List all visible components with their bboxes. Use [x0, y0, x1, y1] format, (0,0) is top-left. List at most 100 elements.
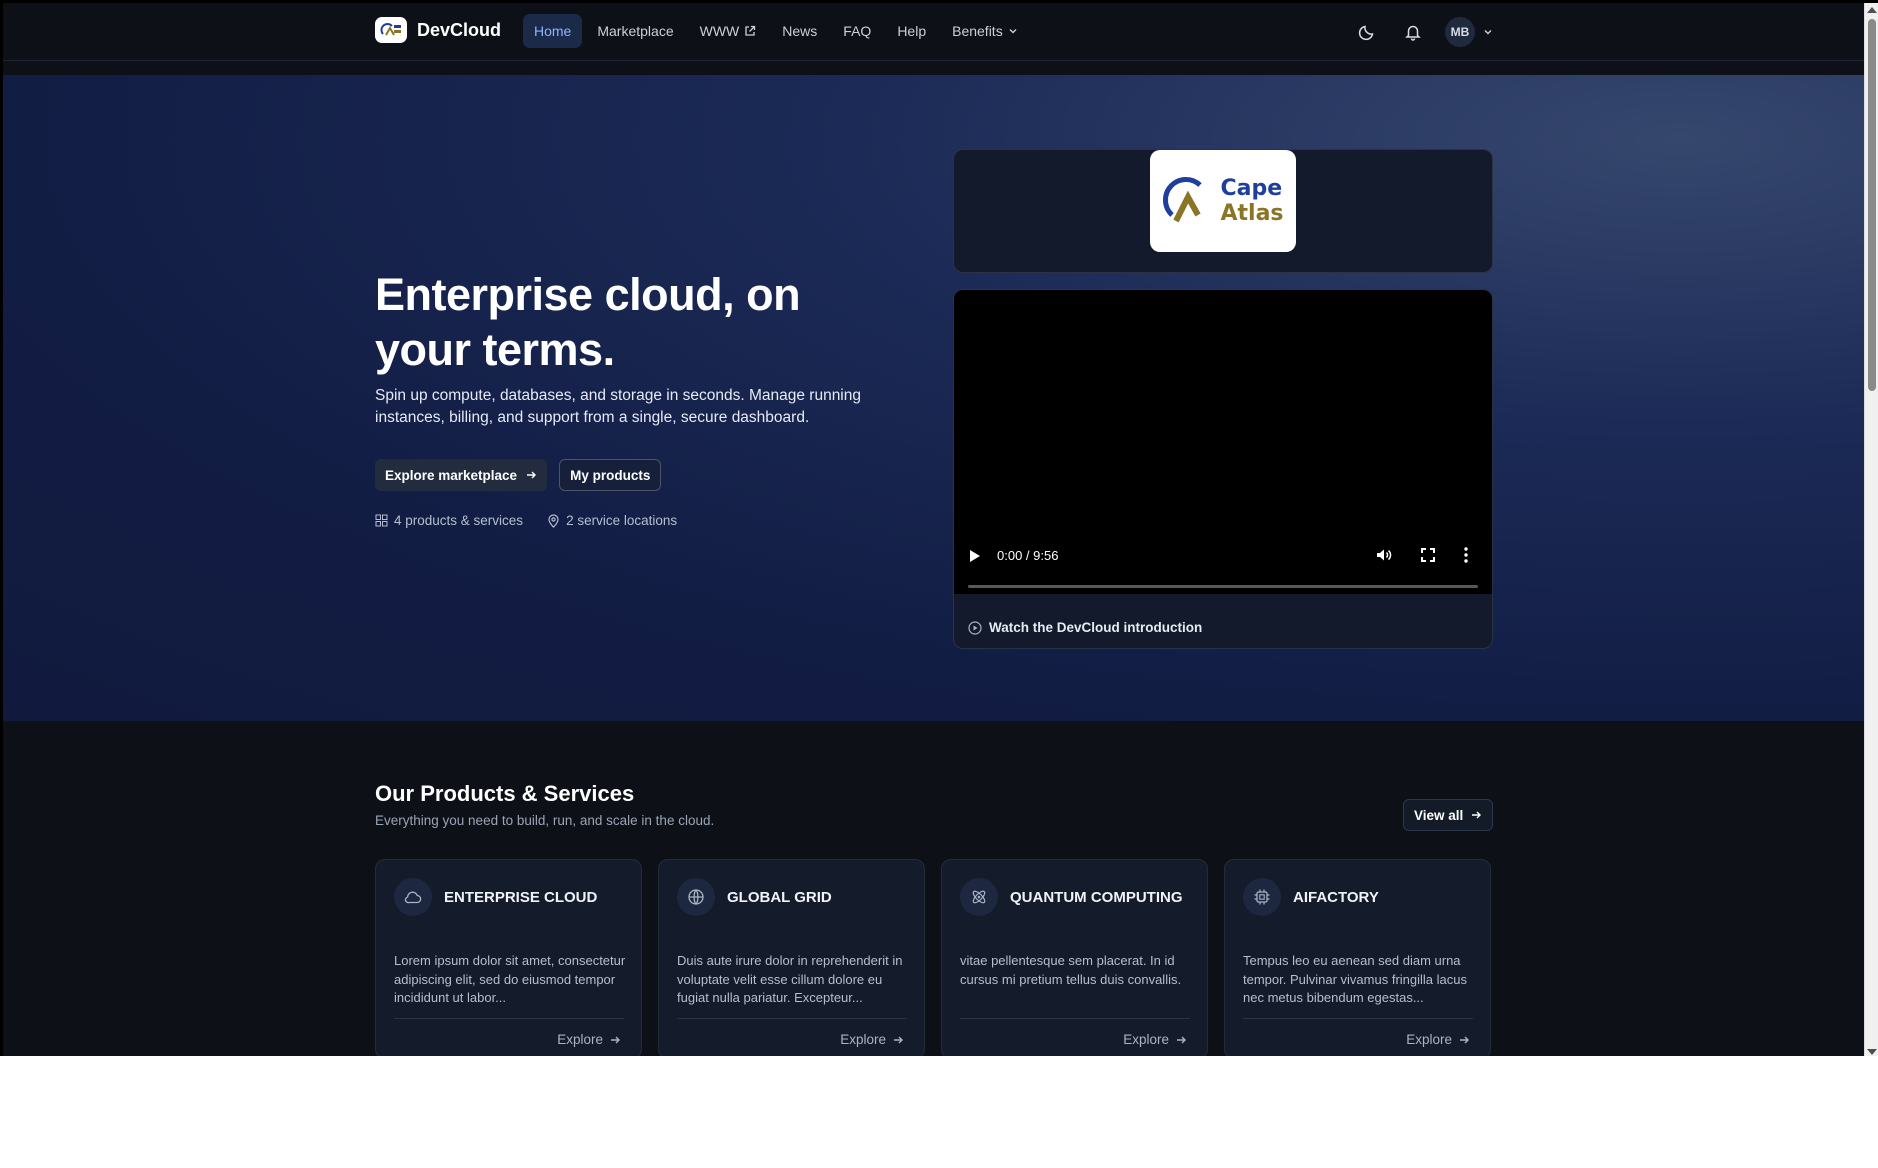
- card-title: AIFACTORY: [1293, 888, 1379, 906]
- cloud-icon: [394, 878, 432, 916]
- card-description: Tempus leo eu aenean sed diam urna tempo…: [1243, 953, 1467, 1005]
- scroll-down-arrow[interactable]: [1867, 1049, 1877, 1055]
- explore-label: Explore: [840, 1032, 886, 1047]
- products-count: 4 products & services: [375, 513, 523, 528]
- bell-icon: [1405, 25, 1421, 41]
- explore-link[interactable]: Explore: [1123, 1032, 1187, 1047]
- nav-benefits-label: Benefits: [952, 23, 1003, 39]
- cpu-icon: [1243, 878, 1281, 916]
- partner-logo-card: Cape Atlas: [953, 149, 1493, 273]
- product-cards: ENTERPRISE CLOUD Lorem ipsum dolor sit a…: [375, 859, 1491, 1056]
- video-time: 0:00 / 9:56: [997, 548, 1059, 563]
- theme-toggle-button[interactable]: [1353, 18, 1381, 46]
- brand-name: DevCloud: [417, 19, 502, 40]
- explore-marketplace-label: Explore marketplace: [385, 467, 518, 483]
- card-divider: [1243, 1018, 1473, 1019]
- volume-icon[interactable]: [1375, 546, 1393, 564]
- explore-link[interactable]: Explore: [840, 1032, 904, 1047]
- video-caption-text: Watch the DevCloud introduction: [989, 620, 1203, 635]
- my-products-button[interactable]: My products: [559, 459, 662, 491]
- card-description: Duis aute irure dolor in reprehenderit i…: [677, 953, 903, 1005]
- nav-www-label: WWW: [699, 23, 740, 39]
- nav-home-label: Home: [534, 23, 572, 39]
- nav-faq-label: FAQ: [843, 23, 872, 39]
- product-card-quantum-computing[interactable]: QUANTUM COMPUTING vitae pellentesque sem…: [941, 859, 1208, 1056]
- card-header: AIFACTORY: [1243, 878, 1379, 916]
- hero-subtitle: Spin up compute, databases, and storage …: [375, 387, 861, 426]
- explore-marketplace-button[interactable]: Explore marketplace: [375, 459, 548, 491]
- notifications-button[interactable]: [1399, 18, 1427, 46]
- arrow-right-icon: [611, 1036, 620, 1043]
- arrow-right-icon: [1460, 1036, 1469, 1043]
- scrollbar-thumb[interactable]: [1868, 19, 1876, 391]
- scroll-up-arrow[interactable]: [1867, 7, 1877, 13]
- avatar: MB: [1445, 17, 1475, 47]
- product-card-global-grid[interactable]: GLOBAL GRID Duis aute irure dolor in rep…: [658, 859, 925, 1056]
- section-title: Our Products & Services: [375, 781, 635, 806]
- card-title: QUANTUM COMPUTING: [1010, 888, 1183, 906]
- chevron-down-icon: [1009, 29, 1017, 34]
- product-card-aifactory[interactable]: AIFACTORY Tempus leo eu aenean sed diam …: [1224, 859, 1491, 1056]
- arrow-right-icon: [1177, 1036, 1186, 1043]
- play-icon[interactable]: [970, 550, 980, 562]
- nav-faq[interactable]: FAQ: [832, 14, 882, 48]
- card-title: GLOBAL GRID: [727, 888, 832, 906]
- brand-logo: [375, 17, 407, 43]
- arrow-right-icon: [1472, 811, 1482, 819]
- intro-video-card: 0:00 / 9:56 Watch the DevCloud introduct…: [953, 289, 1493, 649]
- grid-icon: [375, 514, 388, 527]
- nav-help-label: Help: [897, 23, 927, 39]
- nav-news-label: News: [782, 23, 818, 39]
- page-scrollbar[interactable]: [1864, 3, 1878, 1056]
- chevron-down-icon: [1484, 30, 1492, 35]
- nav-benefits[interactable]: Benefits: [941, 14, 1029, 48]
- video-player[interactable]: 0:00 / 9:56: [954, 290, 1492, 594]
- product-card-enterprise-cloud[interactable]: ENTERPRISE CLOUD Lorem ipsum dolor sit a…: [375, 859, 642, 1056]
- more-options-icon[interactable]: [1463, 546, 1469, 564]
- nav-marketplace[interactable]: Marketplace: [586, 14, 684, 48]
- fullscreen-icon[interactable]: [1420, 547, 1436, 563]
- play-circle-icon: [968, 620, 982, 635]
- section-subtitle: Everything you need to build, run, and s…: [375, 813, 715, 828]
- hero-title: Enterprise cloud, on your terms.: [375, 269, 801, 375]
- browser-viewport: DevCloud Home Marketplace WWW News FAQ H…: [0, 0, 1878, 1056]
- card-description: vitae pellentesque sem placerat. In id c…: [960, 953, 1182, 987]
- partner-logo-line2: Atlas: [1220, 201, 1284, 226]
- hero-section: Enterprise cloud, on your terms. Spin up…: [3, 75, 1867, 721]
- map-pin-icon: [548, 513, 559, 528]
- header-actions: MB: [1353, 17, 1493, 47]
- explore-label: Explore: [1123, 1032, 1169, 1047]
- partner-logo-text: Cape Atlas: [1220, 176, 1283, 226]
- arrow-right-icon: [527, 471, 537, 479]
- hero-actions: Explore marketplace My products: [375, 459, 905, 491]
- nav-marketplace-label: Marketplace: [597, 23, 674, 39]
- brand[interactable]: DevCloud: [375, 17, 501, 43]
- products-section: Our Products & Services Everything you n…: [3, 721, 1867, 1056]
- partner-logo: Cape Atlas: [1150, 150, 1296, 252]
- nav-news[interactable]: News: [771, 14, 828, 48]
- user-menu[interactable]: MB: [1445, 17, 1493, 47]
- moon-icon: [1358, 25, 1374, 41]
- card-header: ENTERPRISE CLOUD: [394, 878, 597, 916]
- globe-icon: [677, 878, 715, 916]
- explore-label: Explore: [557, 1032, 603, 1047]
- card-divider: [960, 1018, 1190, 1019]
- hero-meta: 4 products & services 2 service location…: [375, 513, 905, 528]
- top-navbar: DevCloud Home Marketplace WWW News FAQ H…: [3, 3, 1867, 61]
- cape-atlas-logo-mark: [1163, 177, 1203, 223]
- card-divider: [677, 1018, 907, 1019]
- nav-www[interactable]: WWW: [689, 14, 768, 48]
- card-title: ENTERPRISE CLOUD: [444, 888, 598, 906]
- products-count-label: 4 products & services: [394, 513, 524, 528]
- explore-link[interactable]: Explore: [557, 1032, 621, 1047]
- explore-link[interactable]: Explore: [1406, 1032, 1470, 1047]
- card-header: QUANTUM COMPUTING: [960, 878, 1183, 916]
- partner-logo-line1: Cape: [1220, 176, 1283, 201]
- card-header: GLOBAL GRID: [677, 878, 832, 916]
- nav-help[interactable]: Help: [886, 14, 937, 48]
- video-progress-bar[interactable]: [968, 585, 1478, 588]
- view-all-button[interactable]: View all: [1403, 799, 1494, 831]
- card-description: Lorem ipsum dolor sit amet, consectetur …: [394, 953, 626, 1005]
- nav-home[interactable]: Home: [523, 14, 583, 48]
- card-divider: [394, 1018, 624, 1019]
